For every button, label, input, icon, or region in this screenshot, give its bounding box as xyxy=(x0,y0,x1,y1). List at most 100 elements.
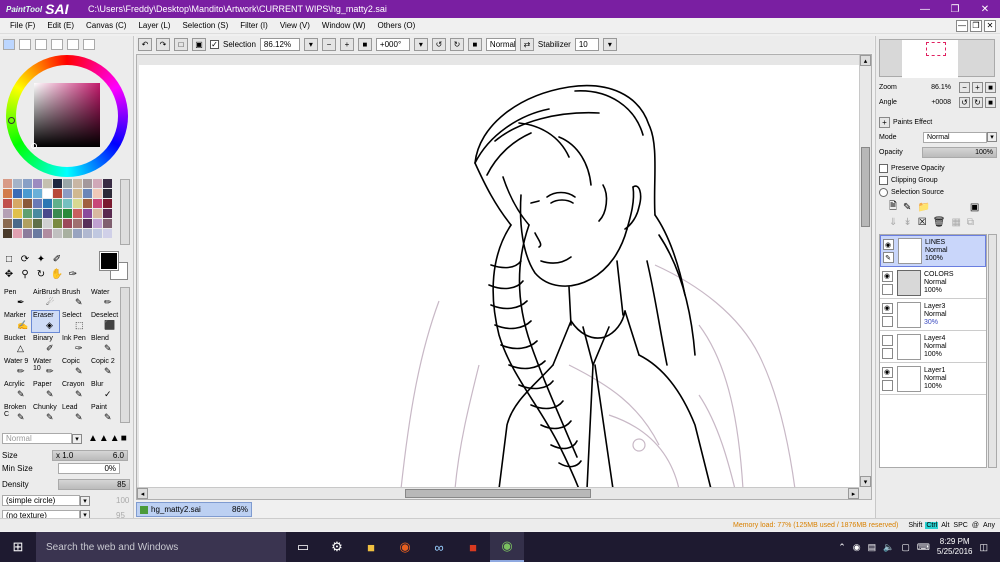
paints-effect-label[interactable]: Paints Effect xyxy=(893,119,932,126)
color-swatch[interactable] xyxy=(63,189,72,198)
windows-start-icon[interactable]: ⊞ xyxy=(0,532,36,562)
opacity-slider[interactable]: 100% xyxy=(922,146,997,158)
clipping-group-checkbox[interactable] xyxy=(879,175,888,185)
size-slider[interactable]: x 1.0 6.0 xyxy=(52,450,128,461)
color-swatch[interactable] xyxy=(43,189,52,198)
color-swatch[interactable] xyxy=(63,199,72,208)
swatch-scrollbar[interactable] xyxy=(120,179,130,245)
scroll-down-icon[interactable]: ▾ xyxy=(860,476,871,487)
zoom-reset-icon[interactable]: ■ xyxy=(357,38,372,51)
size-multiplier[interactable]: x 1.0 xyxy=(56,451,73,460)
nav-zoom-value[interactable]: 86.1% xyxy=(919,84,951,91)
brush-select[interactable]: Select ⬚ xyxy=(60,310,89,333)
color-swatch[interactable] xyxy=(83,219,92,228)
color-swatch[interactable] xyxy=(93,199,102,208)
color-swatch[interactable] xyxy=(103,229,112,238)
duplicate-layer-icon[interactable]: ⧉ xyxy=(967,217,974,228)
layer-mode-select[interactable]: Normal xyxy=(923,131,987,143)
nav-angle-value[interactable]: +0008 xyxy=(919,99,951,106)
color-swatch[interactable] xyxy=(3,179,12,188)
color-swatch[interactable] xyxy=(33,219,42,228)
invert-selection-icon[interactable]: ▣ xyxy=(192,38,206,51)
vertical-scroll-thumb[interactable] xyxy=(861,147,870,227)
stabilizer-dropdown-icon[interactable]: ▾ xyxy=(602,38,617,51)
clear-layer-icon[interactable]: ☒ xyxy=(918,217,927,228)
color-swatch[interactable] xyxy=(13,219,22,228)
color-swatch[interactable] xyxy=(63,229,72,238)
horizontal-scroll-thumb[interactable] xyxy=(405,489,591,498)
color-swatch[interactable] xyxy=(73,229,82,238)
color-swatch[interactable] xyxy=(63,219,72,228)
task-view-icon[interactable]: ▭ xyxy=(286,532,320,562)
color-swatch[interactable] xyxy=(63,209,72,218)
tray-app-icon[interactable]: ◉ xyxy=(853,542,861,553)
transfer-down-icon[interactable]: ⇓ xyxy=(889,217,897,228)
menu-file[interactable]: File (F) xyxy=(4,21,41,30)
nav-zoom-reset-icon[interactable]: ■ xyxy=(985,81,996,93)
brush-binary[interactable]: Binary ✐ xyxy=(31,333,60,356)
brush-scrollbar[interactable] xyxy=(120,287,130,423)
color-swatch[interactable] xyxy=(103,179,112,188)
color-swatch[interactable] xyxy=(3,189,12,198)
color-wheel[interactable] xyxy=(6,55,128,177)
color-swatch[interactable] xyxy=(103,199,112,208)
shape-dropdown-icon[interactable]: ▾ xyxy=(80,495,90,506)
brush-crayon[interactable]: Crayon ✎ xyxy=(60,379,89,402)
brush-marker[interactable]: Marker ✍ xyxy=(2,310,31,333)
selection-checkbox[interactable]: ✓ xyxy=(210,40,219,49)
hand-icon[interactable]: ✋ xyxy=(51,269,63,281)
network-app-icon[interactable]: ∞ xyxy=(422,532,456,562)
color-swatch[interactable] xyxy=(3,229,12,238)
color-swatch[interactable] xyxy=(33,189,42,198)
color-swatch[interactable] xyxy=(103,189,112,198)
min-size-slider[interactable]: 0% xyxy=(58,463,120,474)
menu-edit[interactable]: Edit (E) xyxy=(41,21,80,30)
color-swatch[interactable] xyxy=(103,219,112,228)
color-swatch[interactable] xyxy=(63,179,72,188)
redo-icon[interactable]: ↷ xyxy=(156,38,170,51)
brush-bucket[interactable]: Bucket △ xyxy=(2,333,31,356)
layer-lock-icon[interactable] xyxy=(881,347,893,359)
layer-row[interactable]: Layer4 Normal 100% xyxy=(880,331,986,363)
color-swatch[interactable] xyxy=(43,219,52,228)
color-swatch[interactable] xyxy=(13,199,22,208)
rotate-ccw-icon[interactable]: ↺ xyxy=(431,38,446,51)
rotation-field[interactable]: +000° xyxy=(375,38,410,51)
swatch-mode-button[interactable] xyxy=(67,38,79,50)
color-swatch[interactable] xyxy=(73,199,82,208)
color-swatch[interactable] xyxy=(3,219,12,228)
volume-icon[interactable]: 🔈 xyxy=(883,542,894,553)
file-explorer-icon[interactable]: ■ xyxy=(354,532,388,562)
color-swatch[interactable] xyxy=(93,229,102,238)
color-swatch[interactable] xyxy=(13,229,22,238)
layer-row[interactable]: ◉ Layer1 Normal 100% xyxy=(880,363,986,395)
rotate-reset-icon[interactable]: ■ xyxy=(467,38,482,51)
action-center-icon[interactable]: ◫ xyxy=(979,542,988,553)
brush-copic-2[interactable]: Copic 2 ✎ xyxy=(89,356,118,379)
color-swatch[interactable] xyxy=(33,229,42,238)
brush-brush[interactable]: Brush ✎ xyxy=(60,287,89,310)
saturation-value-square[interactable] xyxy=(34,83,100,147)
clock[interactable]: 8:29 PM 5/25/2016 xyxy=(937,537,973,557)
brush-pen[interactable]: Pen ✒ xyxy=(2,287,31,310)
brush-paint[interactable]: Paint ✎ xyxy=(89,402,118,423)
delete-layer-icon[interactable]: 🗑 xyxy=(933,217,946,228)
color-swatch[interactable] xyxy=(93,179,102,188)
rgb-slider-mode-button[interactable] xyxy=(19,38,31,50)
lasso-icon[interactable]: ⟳ xyxy=(19,254,31,266)
color-swatch[interactable] xyxy=(53,179,62,188)
brush-copic[interactable]: Copic ✎ xyxy=(60,356,89,379)
color-swatch[interactable] xyxy=(43,209,52,218)
zoom-field[interactable]: 86.12% xyxy=(259,38,300,51)
notifications-icon[interactable]: ▢ xyxy=(901,542,910,553)
menu-selection[interactable]: Selection (S) xyxy=(176,21,234,30)
brush-broken-c[interactable]: Broken C ✎ xyxy=(2,402,31,423)
navigator-viewport[interactable] xyxy=(926,42,946,56)
hue-marker[interactable] xyxy=(8,117,15,124)
eyedropper-icon[interactable]: ✐ xyxy=(51,254,63,266)
color-swatch[interactable] xyxy=(23,209,32,218)
mdi-close-button[interactable]: ✕ xyxy=(984,19,996,32)
color-swatch[interactable] xyxy=(73,219,82,228)
new-folder-icon[interactable]: 📁 xyxy=(917,202,929,213)
brush-deselect[interactable]: Deselect ⬛ xyxy=(89,310,118,333)
